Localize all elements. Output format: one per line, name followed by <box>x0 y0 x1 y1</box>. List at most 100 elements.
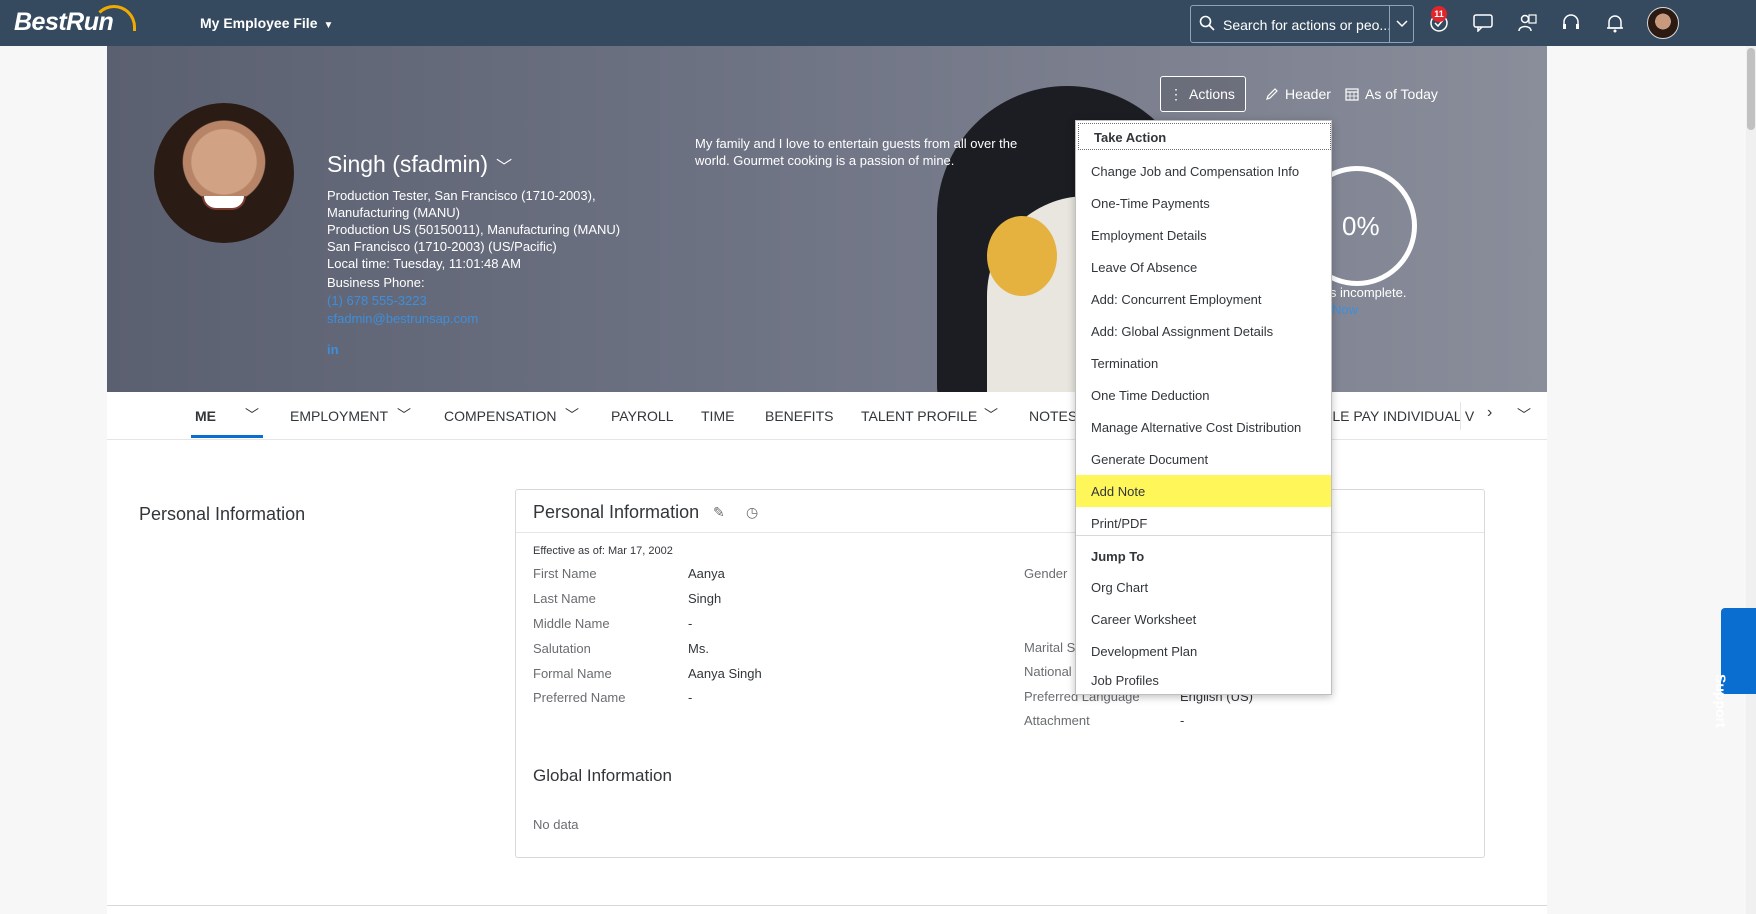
tab-notes[interactable]: NOTES <box>1029 408 1077 424</box>
menu-item-org-chart[interactable]: Org Chart <box>1076 571 1331 603</box>
field-label: First Name <box>533 566 597 581</box>
field-label: Formal Name <box>533 666 612 681</box>
header-button[interactable]: Header <box>1257 76 1339 112</box>
employee-details: Production Tester, San Francisco (1710-2… <box>327 187 620 327</box>
shell-bar: BestRun My Employee File ▼ Search for act… <box>0 0 1756 46</box>
menu-item-development-plan[interactable]: Development Plan <box>1076 635 1331 667</box>
menu-item-change-job[interactable]: Change Job and Compensation Info <box>1076 155 1331 187</box>
notification-badge: 11 <box>1431 6 1447 22</box>
search-icon <box>1199 15 1215 31</box>
chevron-down-icon[interactable]: ﹀ <box>496 159 512 176</box>
background-image-accent <box>987 216 1057 296</box>
menu-item-job-profiles[interactable]: Job Profiles <box>1076 664 1331 696</box>
tab-me[interactable]: ME <box>195 408 216 424</box>
menu-item-add-note[interactable]: Add Note <box>1076 475 1331 507</box>
field-value: - <box>688 616 693 631</box>
chevron-down-icon[interactable]: ﹀ <box>565 405 579 425</box>
field-value: - <box>1180 713 1185 728</box>
search-dropdown-icon[interactable] <box>1389 6 1413 42</box>
employee-name-text: Singh (sfadmin) <box>327 151 489 177</box>
chevron-right-icon[interactable]: › <box>1487 404 1492 422</box>
tab-time[interactable]: TIME <box>701 408 734 424</box>
employee-name[interactable]: Singh (sfadmin) ﹀ <box>327 151 512 178</box>
content-divider <box>107 905 1547 906</box>
support-button[interactable]: Support <box>1713 608 1756 728</box>
header-label: Header <box>1285 86 1331 102</box>
as-of-today-button[interactable]: As of Today <box>1337 76 1446 112</box>
calendar-icon <box>1345 88 1359 101</box>
menu-item-global-assignment[interactable]: Add: Global Assignment Details <box>1076 315 1331 347</box>
support-label: Support <box>1713 674 1729 728</box>
chevron-down-icon[interactable]: ﹀ <box>245 405 259 425</box>
email-link[interactable]: sfadmin@bestrunsap.com <box>327 310 620 327</box>
menu-item-termination[interactable]: Termination <box>1076 347 1331 379</box>
profile-now-link[interactable]: Now <box>1332 302 1358 317</box>
linkedin-icon[interactable]: in <box>327 342 339 357</box>
tab-payroll[interactable]: PAYROLL <box>611 408 674 424</box>
people-icon[interactable] <box>1516 12 1538 34</box>
edit-icon[interactable]: ✎ <box>713 504 725 521</box>
menu-item-generate-document[interactable]: Generate Document <box>1076 443 1331 475</box>
user-avatar[interactable] <box>1647 7 1679 39</box>
profile-percent: 0% <box>1342 211 1380 241</box>
detail-line: Production Tester, San Francisco (1710-2… <box>327 188 596 203</box>
chevron-down-icon[interactable]: ﹀ <box>397 405 411 425</box>
menu-divider <box>1076 535 1331 536</box>
field-value: - <box>688 690 693 705</box>
employee-photo <box>154 103 294 243</box>
field-label: Gender <box>1024 566 1068 581</box>
active-tab-indicator <box>191 435 263 438</box>
field-label: Marital S <box>1024 640 1076 655</box>
tab-compensation[interactable]: COMPENSATION <box>444 408 557 424</box>
headset-icon[interactable] <box>1560 12 1582 34</box>
page-scrollbar[interactable] <box>1746 46 1756 914</box>
card-header: Personal Information ✎ ◷ <box>516 490 1484 533</box>
tab-divider <box>1460 402 1461 430</box>
more-vertical-icon: ⋮ <box>1169 85 1183 102</box>
app-title-menu[interactable]: My Employee File ▼ <box>200 15 333 31</box>
detail-line: Production US (50150011), Manufacturing … <box>327 222 621 237</box>
detail-line: Business Phone: <box>327 275 425 290</box>
chevron-down-icon[interactable]: ﹀ <box>984 405 998 425</box>
field-value: Aanya Singh <box>688 666 762 681</box>
menu-item-concurrent-employment[interactable]: Add: Concurrent Employment <box>1076 283 1331 315</box>
detail-line: San Francisco (1710-2003) (US/Pacific) <box>327 239 557 254</box>
field-label: Attachment <box>1024 713 1090 728</box>
feedback-icon[interactable] <box>1472 12 1494 34</box>
menu-item-employment-details[interactable]: Employment Details <box>1076 219 1331 251</box>
menu-item-alternative-cost[interactable]: Manage Alternative Cost Distribution <box>1076 411 1331 443</box>
bell-icon[interactable] <box>1604 12 1626 34</box>
field-label: National <box>1024 664 1072 679</box>
search-input[interactable]: Search for actions or peo... <box>1223 17 1391 33</box>
menu-item-one-time-payments[interactable]: One-Time Payments <box>1076 187 1331 219</box>
menu-item-career-worksheet[interactable]: Career Worksheet <box>1076 603 1331 635</box>
menu-item-one-time-deduction[interactable]: One Time Deduction <box>1076 379 1331 411</box>
actions-menu: Take Action Change Job and Compensation … <box>1075 120 1332 695</box>
overflow-chevron-down-icon[interactable]: ﹀ <box>1517 405 1531 425</box>
app-title: My Employee File <box>200 15 318 31</box>
detail-line: Manufacturing (MANU) <box>327 205 460 220</box>
tab-employment[interactable]: EMPLOYMENT <box>290 408 388 424</box>
field-value: Ms. <box>688 641 709 656</box>
scrollbar-thumb[interactable] <box>1747 48 1755 130</box>
field-label: Last Name <box>533 591 596 606</box>
search-field[interactable]: Search for actions or peo... <box>1190 5 1414 43</box>
profile-status: is incomplete. <box>1327 285 1407 300</box>
section-title: Personal Information <box>139 504 306 524</box>
no-data-text: No data <box>533 817 579 832</box>
field-value: Singh <box>688 591 722 606</box>
tab-benefits[interactable]: BENEFITS <box>765 408 833 424</box>
personal-information-card: Personal Information ✎ ◷ Effective as of… <box>515 489 1485 858</box>
tab-variable-pay[interactable]: BLE PAY INDIVIDUAL V <box>1323 408 1474 424</box>
history-icon[interactable]: ◷ <box>746 504 758 521</box>
card-title: Personal Information <box>533 502 700 522</box>
field-value: Aanya <box>688 566 725 581</box>
phone-link[interactable]: (1) 678 555-3223 <box>327 292 620 309</box>
menu-group-jump-to: Jump To <box>1091 549 1145 564</box>
actions-button[interactable]: ⋮ Actions <box>1160 76 1246 112</box>
effective-date: Effective as of: Mar 17, 2002 <box>533 545 673 557</box>
global-information-title: Global Information <box>533 766 672 785</box>
menu-item-leave-of-absence[interactable]: Leave Of Absence <box>1076 251 1331 283</box>
tab-talent-profile[interactable]: TALENT PROFILE <box>861 408 977 424</box>
actions-label: Actions <box>1189 86 1235 102</box>
